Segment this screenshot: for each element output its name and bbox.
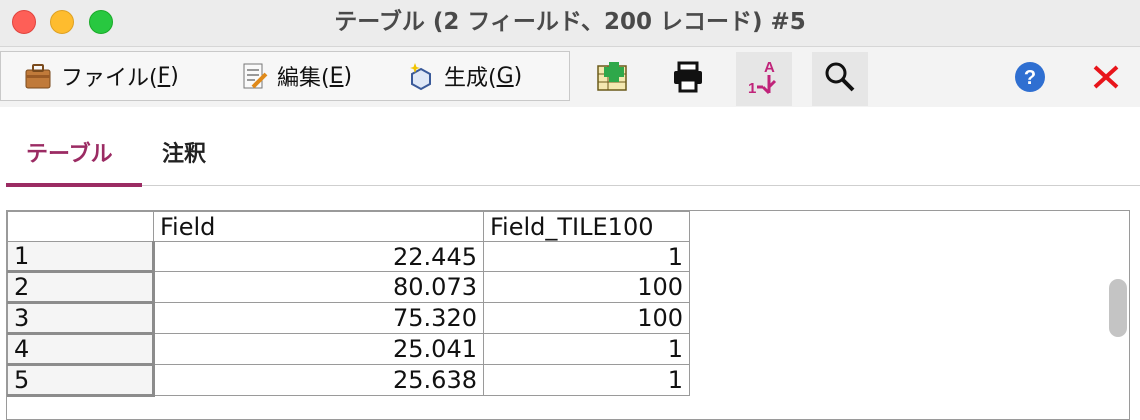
help-button[interactable]: ? xyxy=(1002,52,1058,106)
menu-edit[interactable]: 編集(E) xyxy=(239,52,352,100)
menu-file-tail: ) xyxy=(170,63,179,89)
sort-glyph-a: A xyxy=(764,59,775,76)
cell-field[interactable]: 22.445 xyxy=(153,241,484,272)
corner-header xyxy=(7,211,154,242)
active-tab-indicator xyxy=(6,183,142,187)
data-table: Field Field_TILE100 1 22.445 1 2 80.073 … xyxy=(7,211,690,397)
print-icon xyxy=(671,60,705,98)
row-header[interactable]: 2 xyxy=(7,271,155,304)
print-button[interactable] xyxy=(660,52,716,106)
menu-generate[interactable]: 生成(G) xyxy=(406,52,522,100)
close-button[interactable] xyxy=(1078,52,1134,106)
title-bar: テーブル (2 フィールド、200 レコード) #5 xyxy=(0,0,1140,47)
tab-table[interactable]: テーブル xyxy=(26,136,113,168)
briefcase-icon xyxy=(23,61,53,91)
menu-generate-label: 生成( xyxy=(444,66,497,91)
row-header[interactable]: 1 xyxy=(7,241,155,273)
menu-edit-key: E xyxy=(329,63,344,89)
edit-document-icon xyxy=(239,61,269,91)
column-header-field-tile100[interactable]: Field_TILE100 xyxy=(483,211,690,242)
menu-file-key: F xyxy=(157,63,171,89)
cell-field-tile100[interactable]: 1 xyxy=(483,241,690,272)
menu-file[interactable]: ファイル(F) xyxy=(23,52,179,100)
row-header[interactable]: 5 xyxy=(7,364,155,397)
window-title: テーブル (2 フィールド、200 レコード) #5 xyxy=(334,9,806,35)
tab-notes[interactable]: 注釈 xyxy=(162,136,206,168)
cell-field-tile100[interactable]: 1 xyxy=(483,333,690,365)
vertical-scrollbar[interactable] xyxy=(1109,279,1127,337)
menu-edit-label: 編集( xyxy=(277,66,330,91)
row-header[interactable]: 3 xyxy=(7,302,155,335)
cell-field[interactable]: 25.041 xyxy=(153,333,484,365)
toolbar: ファイル(F) 編集(E) 生成(G) A 1 ? xyxy=(0,47,1140,107)
menu-generate-tail: ) xyxy=(513,63,523,89)
cell-field[interactable]: 75.320 xyxy=(153,302,484,334)
sort-glyph-1: 1 xyxy=(748,80,756,97)
table-row: 4 25.041 1 xyxy=(7,333,690,366)
table-row: 1 22.445 1 xyxy=(7,241,690,273)
search-icon xyxy=(823,60,857,98)
add-table-button[interactable] xyxy=(584,52,640,106)
close-icon xyxy=(1091,62,1121,96)
column-header-field[interactable]: Field xyxy=(153,211,484,242)
help-icon: ? xyxy=(1013,60,1047,98)
sort-button[interactable]: A 1 xyxy=(736,52,792,106)
svg-text:?: ? xyxy=(1024,67,1036,89)
table-row: 2 80.073 100 xyxy=(7,271,690,304)
menu-bar: ファイル(F) 編集(E) 生成(G) xyxy=(0,51,570,101)
row-header[interactable]: 4 xyxy=(7,333,155,366)
search-button[interactable] xyxy=(812,52,868,106)
menu-edit-tail: ) xyxy=(343,63,353,89)
tab-divider xyxy=(142,185,1140,186)
cell-field-tile100[interactable]: 100 xyxy=(483,302,690,334)
table-row: 5 25.638 1 xyxy=(7,364,690,397)
sort-icon: A 1 xyxy=(744,57,784,101)
data-table-view[interactable]: Field Field_TILE100 1 22.445 1 2 80.073 … xyxy=(6,210,1130,420)
menu-generate-key: G xyxy=(496,63,514,89)
add-table-icon xyxy=(595,60,629,98)
cell-field[interactable]: 25.638 xyxy=(153,364,484,396)
table-header-row: Field Field_TILE100 xyxy=(7,211,690,242)
table-row: 3 75.320 100 xyxy=(7,302,690,335)
cell-field-tile100[interactable]: 100 xyxy=(483,271,690,303)
sparkle-generate-icon xyxy=(406,61,436,91)
menu-file-label: ファイル( xyxy=(61,66,158,91)
tab-bar: テーブル 注釈 xyxy=(0,108,1140,188)
cell-field[interactable]: 80.073 xyxy=(153,271,484,303)
cell-field-tile100[interactable]: 1 xyxy=(483,364,690,396)
